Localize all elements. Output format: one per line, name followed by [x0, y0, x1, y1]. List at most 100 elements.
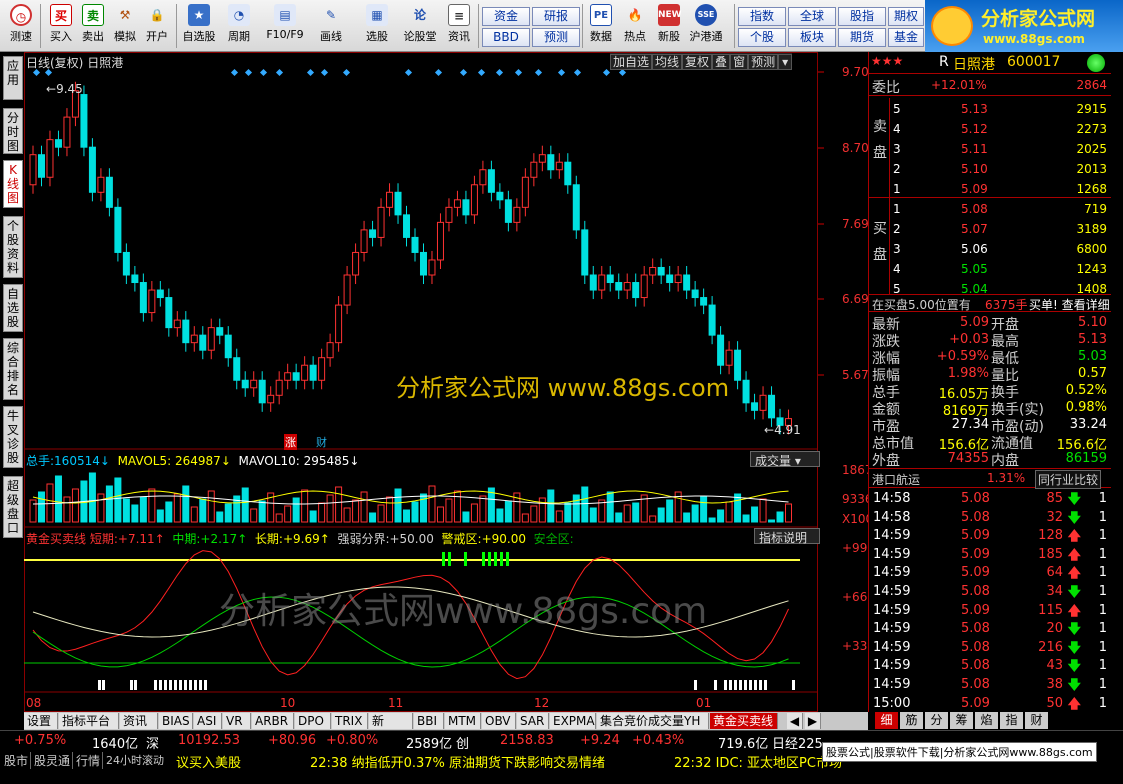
indicator-tab-1[interactable]: 指标平台 — [59, 713, 119, 729]
hotspot-button[interactable]: 🔥 热点 — [618, 2, 652, 50]
indicator-tab-12[interactable]: OBV — [482, 713, 516, 729]
indicator-tab-15[interactable]: 集合竞价成交量YH — [597, 713, 709, 729]
stock-select-button[interactable]: ▦ 选股 — [360, 2, 394, 50]
bid-row[interactable]: 5 5.04 1408 — [869, 280, 1111, 300]
logo-title: 分析家公式网 — [981, 8, 1096, 30]
predict-button[interactable]: 预测 — [748, 54, 779, 70]
watchlist-button[interactable]: ★ 自选股 — [180, 2, 218, 50]
status-icon[interactable] — [1087, 54, 1105, 72]
indicator-tab-9[interactable]: 新DMA — [369, 713, 413, 744]
individual-stock-button[interactable]: 个股 — [738, 28, 786, 47]
ask-row[interactable]: 4 5.12 2273 — [869, 120, 1111, 140]
global-button[interactable]: 全球 — [788, 7, 836, 26]
indicator-help-button[interactable]: 指标说明 — [754, 528, 820, 545]
futures-button[interactable]: 期货 — [838, 28, 886, 47]
indicator-tab-5[interactable]: VR — [223, 713, 251, 729]
tab-intraday[interactable]: 分时图 — [3, 108, 23, 154]
signal-bar — [442, 552, 445, 566]
tab-scroll-left-icon[interactable]: ◀ — [787, 713, 803, 729]
news-button[interactable]: ≡ 资讯 — [442, 2, 476, 50]
adjust-button[interactable]: 复权 — [682, 54, 713, 70]
new-stock-button[interactable]: NEW 新股 — [652, 2, 686, 50]
ask-row[interactable]: 2 5.10 2013 — [869, 160, 1111, 180]
tab-ranking[interactable]: 综合排名 — [3, 338, 23, 400]
volume-bar — [207, 490, 215, 523]
indicator-tab-0[interactable]: 设置 — [24, 713, 58, 729]
indicator-tab-2[interactable]: 资讯 — [120, 713, 158, 729]
sector-button[interactable]: 板块 — [788, 28, 836, 47]
research-button[interactable]: 研报 — [532, 7, 580, 26]
chart-area[interactable]: 日线(复权) 日照港 加自选 均线 复权叠窗预测 ▾ 9.70 8.70 7.69 6… — [24, 52, 886, 712]
indicator-tab-3[interactable]: BIAS — [159, 713, 193, 729]
chart-title: 日线(复权) 日照港 — [26, 56, 124, 70]
option-button[interactable]: 期权 — [888, 7, 924, 26]
volume-selector[interactable]: 成交量 ▾ — [750, 451, 820, 468]
candle-body — [122, 251, 130, 276]
tab-0[interactable]: 细 — [875, 712, 898, 729]
buy-button[interactable]: 买买入 — [44, 2, 78, 50]
dropdown-arrow-icon: ▾ — [794, 454, 801, 468]
candle-body — [258, 379, 266, 404]
indicator-tab-7[interactable]: DPO — [295, 713, 331, 729]
capital-button[interactable]: 资金 — [482, 7, 530, 26]
candle-body — [708, 304, 716, 336]
volume-bar — [623, 504, 631, 523]
add-watch-button[interactable]: 加自选 — [610, 54, 653, 70]
ask-row[interactable]: 5 5.13 2915 — [869, 100, 1111, 120]
indicator-tab-16[interactable]: 黄金买卖线 — [710, 713, 778, 729]
draw-line-button[interactable]: ✎ 画线 — [314, 2, 348, 50]
simulate-button[interactable]: ⚒ 模拟 — [108, 2, 142, 50]
hk-connect-button[interactable]: SSE 沪港通 — [686, 2, 726, 50]
ma-button[interactable]: 均线 — [652, 54, 683, 70]
sell-button[interactable]: 卖卖出 — [76, 2, 110, 50]
tab-apps[interactable]: 应用 — [3, 56, 23, 100]
candle-body — [606, 274, 614, 284]
ask-row[interactable]: 1 5.09 1268 — [869, 180, 1111, 200]
indicator-tab-13[interactable]: SAR — [517, 713, 549, 729]
bid-row[interactable]: 1 5.08 719 — [869, 200, 1111, 220]
open-account-button[interactable]: 🔒 开户 — [140, 2, 174, 50]
tab-stock-info[interactable]: 个股资料 — [3, 216, 23, 278]
speed-test-button[interactable]: ◷ 测速 — [4, 2, 38, 50]
tick-row: 14:59 5.08 216 🡇 1 — [869, 639, 1111, 657]
industry-compare-button[interactable]: 同行业比较 — [1035, 470, 1102, 489]
window-button[interactable]: 窗 — [730, 54, 749, 70]
menu-arrow-icon[interactable]: ▾ — [778, 54, 793, 70]
tab-scroll-right-icon[interactable]: ▶ — [805, 713, 821, 729]
event-mark[interactable]: 财 — [316, 434, 327, 450]
indicator-tab-10[interactable]: BBI — [414, 713, 444, 729]
tab-watchlist[interactable]: 自选股 — [3, 284, 23, 332]
download-tooltip[interactable]: 股票公式|股票软件下载|分析家公式网www.88gs.com — [822, 742, 1097, 762]
volume-bar — [63, 496, 71, 523]
tab-2[interactable]: 分 — [925, 712, 948, 729]
tab-diagnosis[interactable]: 牛叉诊股 — [3, 406, 23, 468]
tab-6[interactable]: 财 — [1025, 712, 1048, 729]
bid-row[interactable]: 4 5.05 1243 — [869, 260, 1111, 280]
bid-row[interactable]: 2 5.07 3189 — [869, 220, 1111, 240]
stock-code: 600017 — [1007, 54, 1061, 70]
indicator-tab-6[interactable]: ARBR — [252, 713, 294, 729]
index-button[interactable]: 指数 — [738, 7, 786, 26]
period-button[interactable]: ◔ 周期 — [222, 2, 256, 50]
forum-button[interactable]: 论论股堂 — [400, 2, 440, 50]
stock-index-button[interactable]: 股指 — [838, 7, 886, 26]
bid-row[interactable]: 3 5.06 6800 — [869, 240, 1111, 260]
indicator-tab-11[interactable]: MTM — [445, 713, 481, 729]
event-mark[interactable]: 涨 — [284, 434, 297, 450]
tab-4[interactable]: 焰 — [975, 712, 998, 729]
tab-5[interactable]: 指 — [1000, 712, 1023, 729]
f10-button[interactable]: ▤ F10/F9 — [262, 2, 308, 50]
indicator-tab-14[interactable]: EXPMA — [550, 713, 596, 729]
indicator-tab-4[interactable]: ASI — [194, 713, 222, 729]
forecast-button[interactable]: 预测 — [532, 28, 580, 47]
tab-kline[interactable]: K线图 — [3, 160, 23, 208]
tab-1[interactable]: 筋 — [900, 712, 923, 729]
tab-order-book[interactable]: 超级盘口 — [3, 476, 23, 538]
bbd-button[interactable]: BBD — [482, 28, 530, 47]
fund-button[interactable]: 基金 — [888, 28, 924, 47]
indicator-tab-8[interactable]: TRIX — [332, 713, 368, 729]
data-button[interactable]: PE 数据 — [584, 2, 618, 50]
ask-row[interactable]: 3 5.11 2025 — [869, 140, 1111, 160]
tab-3[interactable]: 筹 — [950, 712, 973, 729]
overlay-button[interactable]: 叠 — [712, 54, 731, 70]
